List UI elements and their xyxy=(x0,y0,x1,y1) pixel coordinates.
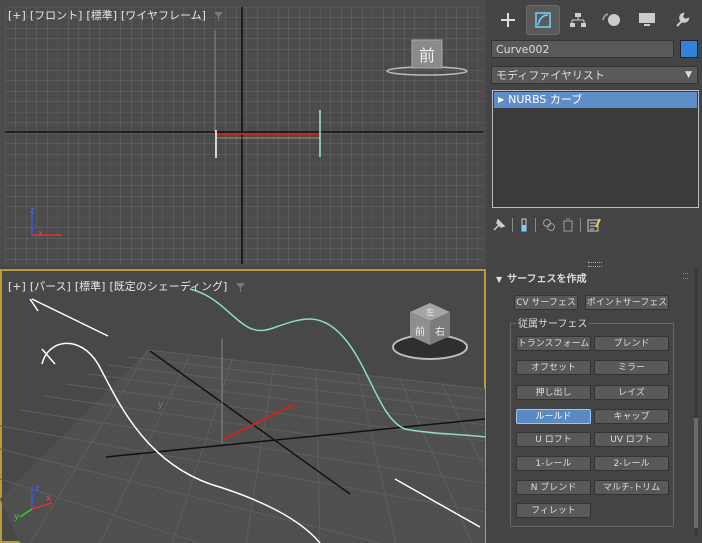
axis-tripod: z x xyxy=(30,206,62,239)
panel-divider-grip[interactable] xyxy=(588,262,602,267)
toolbar-separator xyxy=(580,218,581,232)
u-loft-button[interactable]: U ロフト xyxy=(516,432,591,447)
front-viewport-label[interactable]: [+] [フロント] [標準] [ワイヤフレーム] xyxy=(8,7,224,23)
utilities-tab[interactable] xyxy=(665,6,698,34)
lathe-button[interactable]: レイズ xyxy=(594,385,669,400)
ruled-button[interactable]: ルールド xyxy=(516,409,591,424)
hierarchy-tab[interactable] xyxy=(561,6,594,34)
dependent-surfaces-label: 従属サーフェス xyxy=(516,315,590,330)
uv-loft-button[interactable]: UV ロフト xyxy=(594,432,669,447)
toolbar-separator xyxy=(535,218,536,232)
vp-menu-standard[interactable]: [標準] xyxy=(86,9,117,22)
cap-button[interactable]: キャップ xyxy=(594,409,669,424)
utilities-icon xyxy=(675,12,690,27)
chevron-down-icon: ▼ xyxy=(685,70,692,80)
point-surface-button[interactable]: ポイントサーフェス xyxy=(585,295,669,310)
configure-modifier-sets-icon[interactable] xyxy=(587,218,601,232)
viewcube-face-front: 前 xyxy=(415,325,425,338)
modify-tab[interactable] xyxy=(525,5,561,35)
panel-scrollbar[interactable] xyxy=(694,268,698,536)
fillet-button[interactable]: フィレット xyxy=(516,503,591,518)
hierarchy-icon xyxy=(569,13,586,27)
create-icon xyxy=(501,13,516,27)
filter-icon[interactable] xyxy=(213,11,224,22)
viewcube-face-left: 左 xyxy=(426,307,434,317)
transform-button[interactable]: トランスフォーム xyxy=(516,336,591,351)
create-tab[interactable] xyxy=(492,6,525,34)
mirror-button[interactable]: ミラー xyxy=(594,360,669,375)
object-name-field[interactable]: Curve002 xyxy=(491,40,674,58)
axis-z-label: z xyxy=(35,484,40,494)
perspective-viewport[interactable]: y [+] [パース] [標準] [既定のシェーディング] 左 前 右 z x y xyxy=(0,269,486,543)
remove-modifier-icon[interactable] xyxy=(562,218,574,232)
offset-button[interactable]: オフセット xyxy=(516,360,591,375)
blend-button[interactable]: ブレンド xyxy=(594,336,669,351)
rollout-title: サーフェスを作成 xyxy=(507,274,587,285)
stack-toolbar xyxy=(492,218,601,232)
multi-trim-button[interactable]: マルチ-トリム xyxy=(594,480,669,495)
command-panel-tabs xyxy=(492,5,698,35)
collapse-arrow-icon: ▼ xyxy=(496,275,503,284)
axis-z-label: z xyxy=(30,206,35,216)
cv-surface-button[interactable]: CV サーフェス xyxy=(514,295,578,310)
object-color-swatch[interactable] xyxy=(680,40,698,58)
scrollbar-thumb[interactable] xyxy=(694,418,698,528)
command-panel: Curve002 モディファイヤリスト ▼ ▶ NURBS カーブ ▼ サーフェス… xyxy=(488,0,702,543)
modifier-list-dropdown[interactable]: モディファイヤリスト ▼ xyxy=(491,66,698,84)
one-rail-button[interactable]: 1-レール xyxy=(516,456,591,471)
make-unique-icon[interactable] xyxy=(542,218,556,232)
vp-menu-view[interactable]: [パース] xyxy=(30,280,71,293)
viewcube[interactable]: 左 前 右 xyxy=(390,299,470,365)
two-rail-button[interactable]: 2-レール xyxy=(594,456,669,471)
filter-icon[interactable] xyxy=(235,282,246,293)
stack-item-label: NURBS カーブ xyxy=(508,93,583,106)
persp-axis-y-label: y xyxy=(158,400,164,410)
create-surfaces-rollout: ▼ サーフェスを作成 CV サーフェス ポイントサーフェス 従属サーフェス トラン… xyxy=(492,268,688,538)
rollout-grip[interactable] xyxy=(683,273,688,279)
modify-icon xyxy=(535,12,551,28)
axis-x-label: x xyxy=(46,494,52,504)
viewcube-face-right: 右 xyxy=(435,325,445,338)
modifier-list-label: モディファイヤリスト xyxy=(496,69,605,82)
vp-menu-plus[interactable]: [+] xyxy=(8,280,26,293)
expand-arrow-icon[interactable]: ▶ xyxy=(498,92,504,108)
viewcube-face-front: 前 xyxy=(419,46,435,65)
axis-tripod: z x y xyxy=(14,484,53,522)
vp-menu-standard[interactable]: [標準] xyxy=(75,280,106,293)
vp-menu-shading[interactable]: [ワイヤフレーム] xyxy=(121,9,206,22)
dependent-surfaces-group xyxy=(510,323,674,527)
vp-menu-plus[interactable]: [+] xyxy=(8,9,26,22)
n-blend-button[interactable]: N ブレンド xyxy=(516,480,591,495)
motion-tab[interactable] xyxy=(596,6,629,34)
axis-x-label: x xyxy=(38,229,44,239)
display-icon xyxy=(639,13,656,26)
show-end-result-icon[interactable] xyxy=(519,218,529,232)
motion-icon xyxy=(602,13,621,26)
persp-viewport-label[interactable]: [+] [パース] [標準] [既定のシェーディング] xyxy=(8,278,246,294)
extrude-button[interactable]: 押し出し xyxy=(516,385,591,400)
vp-menu-shading[interactable]: [既定のシェーディング] xyxy=(109,280,227,293)
pin-stack-icon[interactable] xyxy=(492,218,506,232)
modifier-stack: ▶ NURBS カーブ xyxy=(492,90,699,208)
display-tab[interactable] xyxy=(631,6,664,34)
front-viewport[interactable]: [+] [フロント] [標準] [ワイヤフレーム] 前 z x xyxy=(0,0,486,267)
viewcube[interactable]: 前 xyxy=(385,38,470,80)
stack-item-nurbs-curve[interactable]: ▶ NURBS カーブ xyxy=(494,92,697,108)
axis-y-label: y xyxy=(14,512,20,522)
toolbar-separator xyxy=(512,218,513,232)
vp-menu-view[interactable]: [フロント] xyxy=(30,9,83,22)
rollout-header[interactable]: ▼ サーフェスを作成 xyxy=(496,270,587,285)
